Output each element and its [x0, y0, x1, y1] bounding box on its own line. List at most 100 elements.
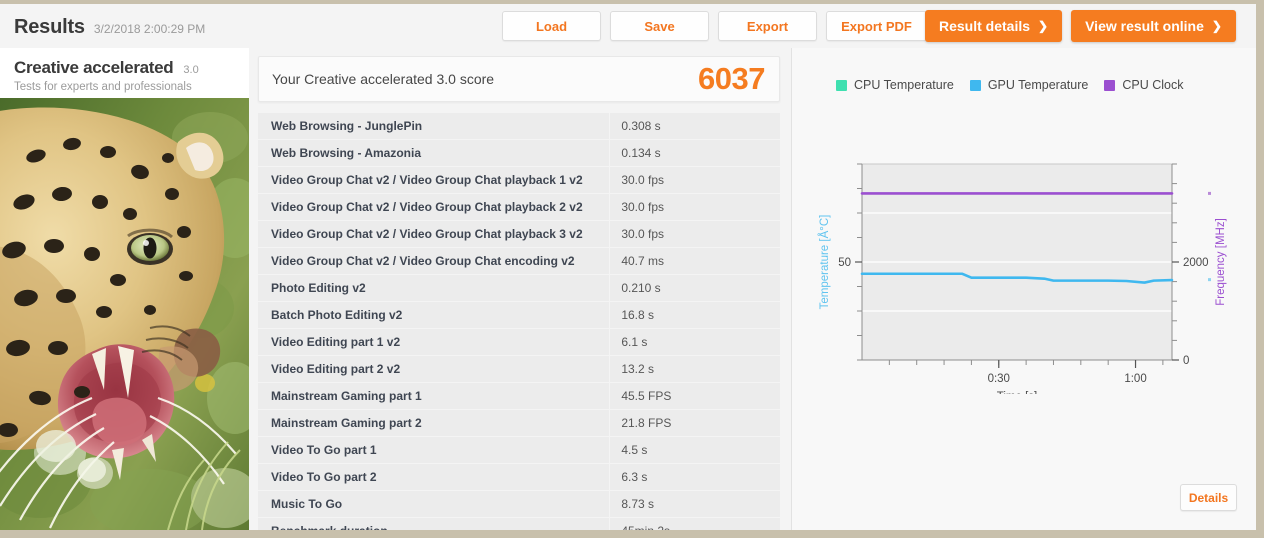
table-row: Mainstream Gaming part 1 45.5 FPS — [258, 383, 780, 409]
result-name: Video To Go part 1 — [258, 437, 610, 463]
result-name: Video Group Chat v2 / Video Group Chat p… — [258, 221, 610, 247]
benchmark-title: Creative accelerated — [14, 58, 174, 77]
title-group: Results 3/2/2018 2:00:29 PM — [14, 16, 205, 39]
page-title: Results — [14, 16, 85, 38]
result-name: Photo Editing v2 — [258, 275, 610, 301]
result-value: 0.308 s — [610, 113, 780, 139]
result-name: Benchmark duration — [258, 518, 610, 530]
view-result-online-button[interactable]: View result online ❯ — [1071, 10, 1236, 42]
result-value: 40.7 ms — [610, 248, 780, 274]
legend-label: CPU Temperature — [854, 78, 954, 92]
benchmark-version: 3.0 — [183, 64, 199, 76]
export-pdf-button[interactable]: Export PDF — [826, 11, 927, 41]
table-row: Video Group Chat v2 / Video Group Chat p… — [258, 167, 780, 193]
svg-text:50: 50 — [838, 257, 851, 269]
table-row: Video Group Chat v2 / Video Group Chat e… — [258, 248, 780, 274]
svg-text:Time [s]: Time [s] — [997, 391, 1037, 394]
result-details-label: Result details — [939, 18, 1031, 34]
result-name: Web Browsing - Amazonia — [258, 140, 610, 166]
legend-item[interactable]: CPU Clock — [1104, 78, 1183, 92]
svg-text:2000: 2000 — [1183, 257, 1209, 269]
result-value: 0.210 s — [610, 275, 780, 301]
result-details-button[interactable]: Result details ❯ — [925, 10, 1063, 42]
save-button-label: Save — [644, 18, 675, 34]
results-table: Web Browsing - JunglePin 0.308 s Web Brows… — [258, 113, 780, 530]
result-name: Web Browsing - JunglePin — [258, 113, 610, 139]
export-pdf-button-label: Export PDF — [841, 18, 912, 34]
benchmark-header: Creative accelerated 3.0 Tests for exper… — [0, 48, 249, 100]
export-button-label: Export — [746, 18, 789, 34]
table-row: Mainstream Gaming part 2 21.8 FPS — [258, 410, 780, 436]
benchmark-subtitle: Tests for experts and professionals — [14, 81, 192, 93]
result-name: Video To Go part 2 — [258, 464, 610, 490]
details-button[interactable]: Details — [1180, 484, 1237, 511]
legend-label: CPU Clock — [1122, 78, 1184, 92]
leopard-photo — [0, 98, 249, 530]
load-button[interactable]: Load — [502, 11, 601, 41]
result-timestamp: 3/2/2018 2:00:29 PM — [93, 22, 206, 36]
result-value: 16.8 s — [610, 302, 780, 328]
top-toolbar: Results 3/2/2018 2:00:29 PM Load Save Ex… — [0, 4, 1256, 48]
chart-legend: CPU Temperature GPU Temperature CPU Clock — [836, 78, 1183, 92]
result-value: 45min 2s — [610, 518, 780, 530]
result-name: Video Group Chat v2 / Video Group Chat p… — [258, 194, 610, 220]
table-row: Video Group Chat v2 / Video Group Chat p… — [258, 194, 780, 220]
svg-text:Frequency [MHz]: Frequency [MHz] — [1215, 218, 1227, 306]
benchmark-sidebar: Creative accelerated 3.0 Tests for exper… — [0, 48, 249, 530]
result-value: 13.2 s — [610, 356, 780, 382]
result-name: Video Editing part 1 v2 — [258, 329, 610, 355]
result-name: Mainstream Gaming part 1 — [258, 383, 610, 409]
legend-item[interactable]: CPU Temperature — [836, 78, 954, 92]
chevron-right-icon: ❯ — [1038, 19, 1049, 33]
export-button[interactable]: Export — [718, 11, 817, 41]
table-row: Video To Go part 1 4.5 s — [258, 437, 780, 463]
result-value: 0.134 s — [610, 140, 780, 166]
score-card: Your Creative accelerated 3.0 score 6037 — [258, 56, 780, 102]
table-row: Batch Photo Editing v2 16.8 s — [258, 302, 780, 328]
result-value: 45.5 FPS — [610, 383, 780, 409]
table-row: Video Editing part 1 v2 6.1 s — [258, 329, 780, 355]
legend-label: GPU Temperature — [987, 78, 1089, 92]
result-value: 30.0 fps — [610, 194, 780, 220]
svg-text:0: 0 — [1183, 355, 1189, 367]
table-row: Photo Editing v2 0.210 s — [258, 275, 780, 301]
legend-swatch-icon — [1104, 79, 1116, 91]
monitoring-panel: CPU Temperature GPU Temperature CPU Clock … — [792, 48, 1256, 530]
primary-button-group: Result details ❯ View result online ❯ — [925, 10, 1236, 42]
result-name: Video Group Chat v2 / Video Group Chat e… — [258, 248, 610, 274]
result-value: 21.8 FPS — [610, 410, 780, 436]
score-value: 6037 — [698, 61, 765, 96]
result-value: 8.73 s — [610, 491, 780, 517]
secondary-button-group: Load Save Export Export PDF — [502, 11, 927, 41]
application-window: Results 3/2/2018 2:00:29 PM Load Save Ex… — [0, 4, 1256, 530]
result-value: 6.1 s — [610, 329, 780, 355]
table-row: Video Group Chat v2 / Video Group Chat p… — [258, 221, 780, 247]
legend-swatch-icon — [969, 79, 981, 91]
table-row: Web Browsing - JunglePin 0.308 s — [258, 113, 780, 139]
details-button-label: Details — [1188, 490, 1229, 505]
table-row: Video To Go part 2 6.3 s — [258, 464, 780, 490]
result-name: Batch Photo Editing v2 — [258, 302, 610, 328]
result-value: 30.0 fps — [610, 221, 780, 247]
table-row: Music To Go 8.73 s — [258, 491, 780, 517]
result-name: Mainstream Gaming part 2 — [258, 410, 610, 436]
table-row: Benchmark duration45min 2s — [258, 518, 780, 530]
result-name: Video Group Chat v2 / Video Group Chat p… — [258, 167, 610, 193]
legend-swatch-icon — [836, 79, 847, 91]
save-button[interactable]: Save — [610, 11, 709, 41]
svg-text:Temperature [Å°C]: Temperature [Å°C] — [818, 215, 831, 310]
load-button-label: Load — [535, 18, 568, 34]
monitoring-chart: 50 0 2000 0:30 1:00 Time [s] Temperature [Å°C]… — [792, 94, 1256, 403]
result-value: 4.5 s — [610, 437, 780, 463]
legend-item[interactable]: GPU Temperature — [969, 78, 1089, 92]
result-value: 6.3 s — [610, 464, 780, 490]
svg-text:0:30: 0:30 — [988, 373, 1010, 385]
chevron-right-icon: ❯ — [1211, 19, 1222, 33]
result-value: 30.0 fps — [610, 167, 780, 193]
table-row: Web Browsing - Amazonia 0.134 s — [258, 140, 780, 166]
table-row: Video Editing part 2 v2 13.2 s — [258, 356, 780, 382]
view-result-online-label: View result online — [1085, 18, 1204, 34]
score-label: Your Creative accelerated 3.0 score — [272, 71, 495, 87]
results-panel: Your Creative accelerated 3.0 score 6037… — [258, 56, 782, 530]
result-name: Video Editing part 2 v2 — [258, 356, 610, 382]
